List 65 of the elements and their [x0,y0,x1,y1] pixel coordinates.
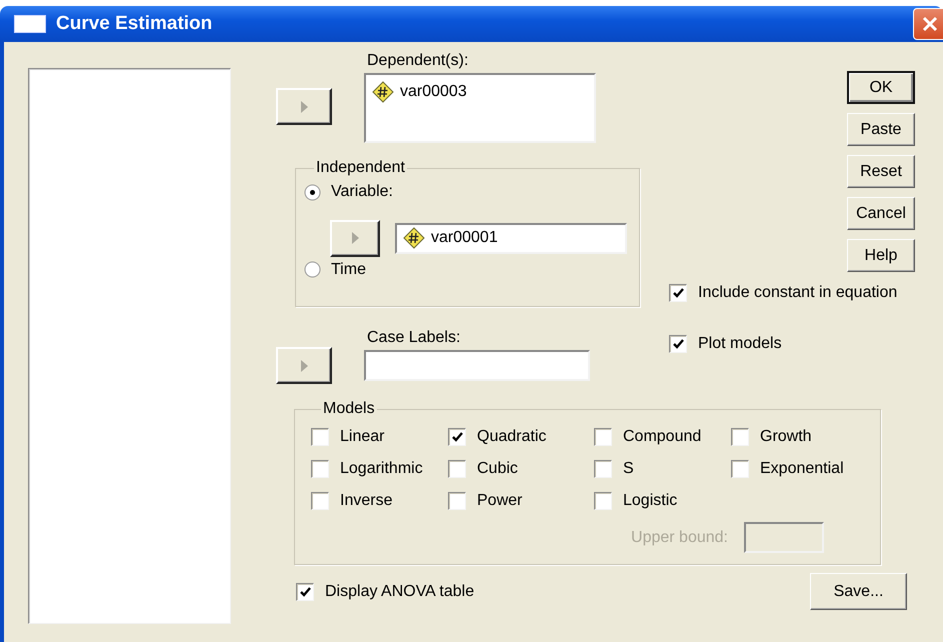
checkbox[interactable] [731,460,749,478]
dialog-button[interactable]: Paste [847,113,915,146]
field-label: Case Labels: [366,329,462,347]
field-value: var00001 [431,229,498,247]
checkbox[interactable] [448,460,466,478]
case-labels-field[interactable] [364,350,590,381]
checkbox[interactable] [669,284,687,302]
radio-button[interactable] [304,261,321,278]
arrow-button[interactable] [330,220,380,256]
arrow-button[interactable] [276,347,332,384]
checkbox[interactable] [311,460,329,478]
checkbox[interactable] [594,428,612,446]
checkbox-label: Display ANOVA table [325,582,474,600]
checkbox-label: Power [477,492,522,510]
checkbox-label: Logistic [623,492,678,510]
field-label: Upper bound: [631,528,728,546]
dialog-button[interactable]: Reset [847,155,915,188]
checkbox-label: Cubic [477,460,518,478]
checkmark-icon [672,288,684,298]
right-triangle-icon [300,100,308,112]
dependent-list[interactable]: var00003 [364,73,596,143]
field-label: Dependent(s): [366,52,470,70]
variable-field[interactable]: var00001 [395,222,627,254]
checkbox[interactable] [669,335,687,353]
upper-bound-field[interactable] [744,522,824,553]
checkbox-label: Compound [623,428,702,446]
checkmark-icon [452,432,462,442]
close-button[interactable] [913,8,943,40]
dialog-button[interactable]: Cancel [847,197,915,230]
arrow-button[interactable] [276,88,332,125]
window-title: Curve Estimation [56,13,214,35]
checkbox[interactable] [311,428,329,446]
checkbox-label: Growth [760,428,812,446]
close-icon [922,16,938,32]
checkbox-label: Exponential [760,460,844,478]
right-triangle-icon [352,232,358,244]
checkbox-label: Logarithmic [340,460,423,478]
checkbox-label: Linear [340,428,384,446]
dialog-button[interactable]: OK [847,71,915,104]
radio-button[interactable] [304,184,321,200]
checkmark-icon [300,586,310,596]
hash-diamond-icon [372,81,394,103]
checkbox[interactable] [448,428,466,446]
checkbox-label: Plot models [698,335,782,353]
checkbox[interactable] [731,428,749,446]
group-title: Independent [315,159,406,177]
dialog-button[interactable]: Help [847,239,915,272]
window-icon [14,15,46,33]
save-button[interactable]: Save... [810,573,907,610]
checkbox[interactable] [594,460,612,478]
checkbox[interactable] [594,492,612,510]
list-item[interactable]: var00003 [400,83,467,101]
checkbox[interactable] [311,492,329,510]
hash-diamond-icon [403,227,425,249]
checkbox[interactable] [448,492,466,510]
checkbox[interactable] [296,582,314,600]
checkbox-label: Inverse [340,492,392,510]
right-triangle-icon [300,360,308,372]
checkmark-icon [672,339,684,349]
radio-label: Variable: [331,183,393,201]
checkbox-label: Include constant in equation [698,284,898,302]
checkbox-label: Quadratic [477,428,546,446]
radio-label: Time [331,260,366,278]
group-title: Models [322,400,376,418]
checkbox-label: S [623,460,634,478]
